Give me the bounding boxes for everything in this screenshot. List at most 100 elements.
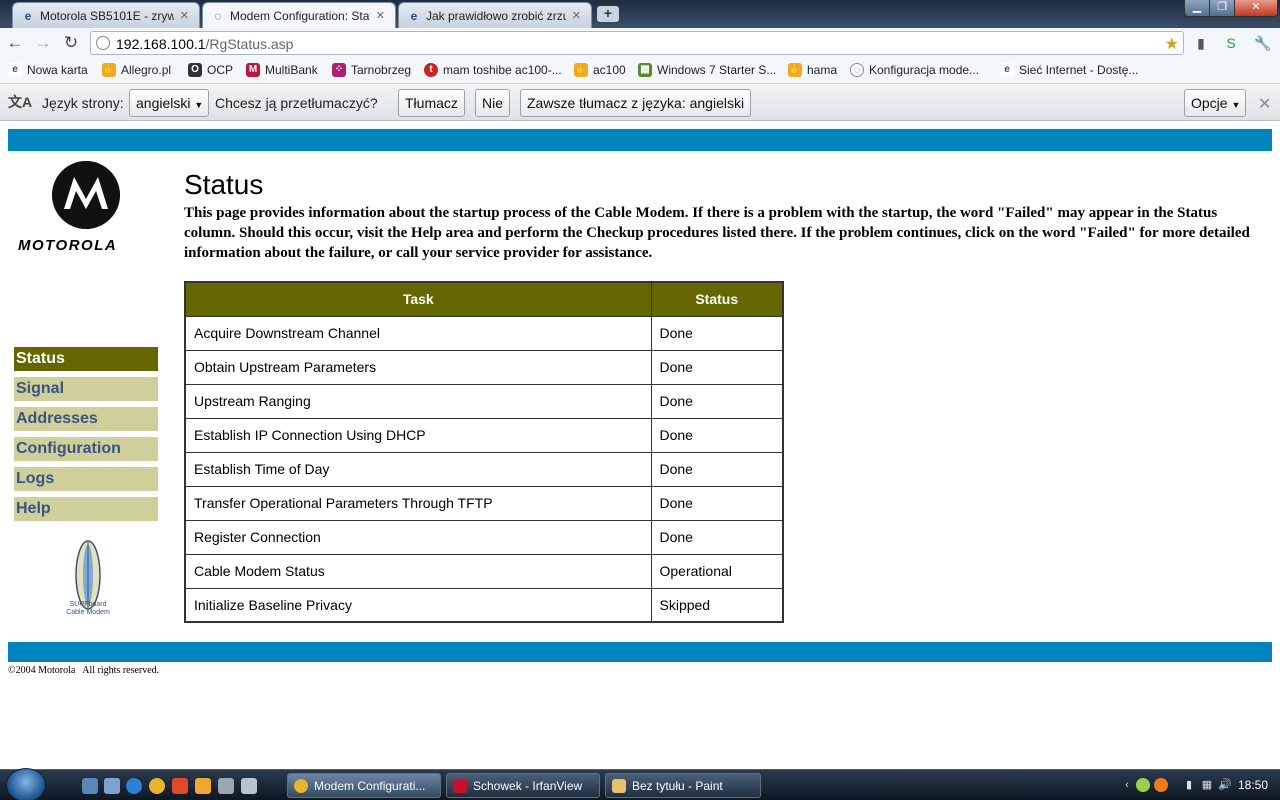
forward-arrow-icon[interactable]: → (32, 32, 54, 54)
windows-taskbar: Modem Configurati... Schowek - IrfanView… (0, 768, 1280, 800)
calculator-icon[interactable] (218, 778, 234, 794)
ie-icon[interactable] (126, 778, 142, 794)
status-cell: Done (650, 315, 784, 351)
film-icon[interactable] (241, 778, 257, 794)
taskbar-button-label: Bez tytułu - Paint (632, 778, 723, 793)
nav-addresses[interactable]: Addresses (14, 407, 158, 431)
language-select[interactable]: angielski ▼ (129, 89, 209, 117)
column-header-status: Status (650, 281, 784, 317)
window-maximize-button[interactable]: ❐ (1209, 0, 1235, 17)
taskbar-button-chrome[interactable]: Modem Configurati... (287, 773, 441, 798)
bookmark-siec-internet[interactable]: e Sieć Internet - Dostę... (1000, 63, 1138, 77)
nav-logs[interactable]: Logs (14, 467, 158, 491)
signal-bars-icon[interactable]: ▮ (1192, 34, 1210, 52)
paint-icon (612, 778, 626, 793)
status-cell: Done (650, 383, 784, 419)
bookmark-toshiba[interactable]: t mam toshibe ac100-... (424, 63, 562, 77)
always-translate-button[interactable]: Zawsze tłumacz z języka: angielski (520, 89, 752, 117)
network-icon[interactable]: ▦ (1200, 778, 1214, 792)
bookmark-multibank[interactable]: M MultiBank (246, 63, 318, 77)
battery-icon[interactable]: ▮ (1182, 778, 1196, 792)
wrench-icon[interactable]: 🔧 (1254, 34, 1272, 52)
tray-expand-icon[interactable]: ‹ (1120, 778, 1134, 792)
task-cell: Establish Time of Day (184, 451, 652, 487)
taskbar-button-paint[interactable]: Bez tytułu - Paint (605, 773, 761, 798)
table-row: Obtain Upstream Parameters Done (184, 349, 784, 385)
page-content: MOTOROLA Status Signal Addresses Configu… (0, 121, 1280, 769)
bookmark-label: MultiBank (265, 63, 318, 77)
tab-jak-prawidlowo[interactable]: e Jak prawidłowo zrobić zrzut ✕ (398, 2, 592, 28)
bookmark-windows7-starter[interactable]: ▦ Windows 7 Starter S... (638, 63, 776, 77)
tab-motorola-sb5101e[interactable]: e Motorola SB5101E - zrywa p ✕ (12, 2, 200, 28)
nav-status[interactable]: Status (14, 347, 158, 371)
language-value: angielski (136, 95, 191, 111)
multibank-icon: M (246, 63, 260, 77)
switch-windows-icon[interactable] (104, 778, 120, 794)
no-translate-button[interactable]: Nie (475, 89, 511, 117)
bookmark-tarnobrzeg[interactable]: ⁘ Tarnobrzeg (332, 63, 411, 77)
browser-toolbar: ← → ↻ 192.168.100.1/RgStatus.asp ★ ▮ S 🔧 (0, 28, 1280, 58)
tab-modem-configuration[interactable]: ◌ Modem Configuration: Stat ✕ (202, 2, 396, 28)
start-button[interactable] (6, 768, 46, 800)
task-cell: Cable Modem Status (184, 553, 652, 589)
nav-configuration[interactable]: Configuration (14, 437, 158, 461)
options-label: Opcje (1191, 95, 1228, 111)
volume-icon[interactable]: 🔊 (1218, 778, 1232, 792)
options-button[interactable]: Opcje ▼ (1184, 89, 1246, 117)
close-icon[interactable]: ✕ (1258, 94, 1271, 114)
browser-tab-strip: e Motorola SB5101E - zrywa p ✕ ◌ Modem C… (0, 0, 1280, 28)
bookmark-ocp[interactable]: O OCP (188, 63, 233, 77)
url-host: 192.168.100.1 (116, 36, 206, 52)
bookmark-hama[interactable]: ✋ hama (788, 63, 837, 77)
tray-app-icon[interactable] (1154, 778, 1168, 792)
nav-signal[interactable]: Signal (14, 377, 158, 401)
translate-question: Chcesz ją przetłumaczyć? (215, 95, 378, 111)
close-icon[interactable]: ✕ (376, 9, 385, 22)
windows-icon: ▦ (638, 63, 652, 77)
status-cell: Operational (650, 553, 784, 589)
url-text[interactable]: 192.168.100.1/RgStatus.asp (116, 36, 293, 52)
show-desktop-icon[interactable] (82, 778, 98, 794)
surfboard-line1: SURFboard (69, 601, 107, 608)
tab-label: Motorola SB5101E - zrywa p (40, 8, 174, 23)
brand-wordmark: MOTOROLA (18, 237, 118, 254)
ie-page-icon: e (8, 63, 22, 77)
app-k-icon[interactable] (172, 778, 188, 794)
status-cell: Done (650, 485, 784, 521)
globe-icon (96, 36, 110, 50)
window-minimize-button[interactable]: ▁ (1184, 0, 1210, 17)
bookmark-label: Windows 7 Starter S... (657, 63, 777, 77)
surfboard-line2: Cable Modem (66, 609, 110, 616)
nav-help[interactable]: Help (14, 497, 158, 521)
bookmark-ac100[interactable]: ✋ ac100 (574, 63, 626, 77)
globe-icon: ◌ (850, 63, 864, 77)
taskbar-button-irfanview[interactable]: Schowek - IrfanView (446, 773, 600, 798)
address-bar[interactable]: 192.168.100.1/RgStatus.asp ★ (90, 31, 1184, 55)
motorola-logo-icon (52, 161, 120, 229)
close-icon[interactable]: ✕ (572, 9, 581, 22)
clock[interactable]: 18:50 (1238, 778, 1268, 792)
bookmark-star-icon[interactable]: ★ (1165, 34, 1179, 54)
ocp-icon: O (188, 63, 202, 77)
bookmark-allegro[interactable]: ✋ Allegro.pl (102, 63, 171, 77)
bookmark-nowa-karta[interactable]: e Nowa karta (8, 63, 88, 77)
translate-button[interactable]: Tłumacz (398, 89, 465, 117)
bookmark-konfiguracja-modemu[interactable]: ◌ Konfiguracja mode... (850, 63, 979, 77)
reload-icon[interactable]: ↻ (60, 32, 82, 54)
bottom-blue-band (8, 642, 1272, 662)
close-icon[interactable]: ✕ (180, 9, 189, 22)
tray-app-icon[interactable] (1136, 778, 1150, 792)
ie-page-icon: e (410, 8, 418, 23)
window-close-button[interactable]: ✕ (1234, 0, 1278, 17)
chrome-icon[interactable] (149, 778, 165, 794)
task-cell: Initialize Baseline Privacy (184, 587, 652, 623)
back-arrow-icon[interactable]: ← (4, 32, 26, 54)
bookmark-label: Konfiguracja mode... (869, 63, 980, 77)
hand-icon: ✋ (788, 63, 802, 77)
status-cell: Done (650, 451, 784, 487)
skype-icon[interactable]: S (1222, 34, 1240, 52)
media-player-icon[interactable] (195, 778, 211, 794)
ie-page-icon: e (24, 8, 32, 23)
new-tab-button[interactable]: + (597, 6, 619, 22)
table-row: Initialize Baseline Privacy Skipped (184, 587, 784, 623)
